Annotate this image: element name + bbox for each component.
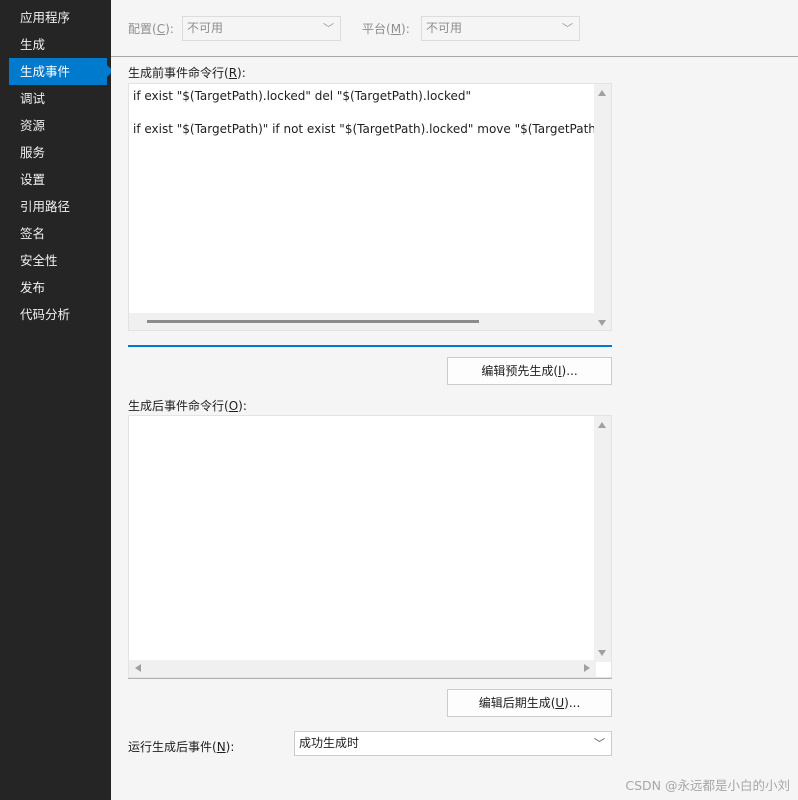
config-label: 配置(C): bbox=[128, 22, 174, 36]
platform-select-value: 不可用 bbox=[426, 21, 463, 35]
prebuild-command-editor[interactable]: if exist "$(TargetPath).locked" del "$(T… bbox=[128, 83, 612, 331]
scroll-right-icon[interactable] bbox=[584, 664, 590, 672]
scroll-thumb[interactable] bbox=[147, 320, 479, 323]
sidebar-item-resources[interactable]: 资源 bbox=[9, 112, 107, 139]
postbuild-vertical-scrollbar[interactable] bbox=[594, 416, 611, 662]
scroll-down-icon[interactable] bbox=[598, 320, 606, 326]
sidebar-item-debug[interactable]: 调试 bbox=[9, 85, 107, 112]
chevron-down-icon: ﹀ bbox=[594, 737, 605, 750]
scroll-down-icon[interactable] bbox=[598, 650, 606, 656]
prebuild-horizontal-scrollbar[interactable] bbox=[129, 313, 596, 330]
sidebar-item-security[interactable]: 安全性 bbox=[9, 247, 107, 274]
postbuild-command-editor[interactable] bbox=[128, 415, 612, 678]
main-panel: 配置(C): 不可用 ﹀ 平台(M): 不可用 ﹀ 生成前事件命令行(R): i… bbox=[111, 0, 798, 800]
sidebar: 应用程序 生成 生成事件 调试 资源 服务 设置 引用路径 签名 安全性 发布 … bbox=[0, 0, 113, 800]
sidebar-item-build[interactable]: 生成 bbox=[9, 31, 107, 58]
config-select-value: 不可用 bbox=[187, 21, 224, 35]
sidebar-item-code-analysis[interactable]: 代码分析 bbox=[9, 301, 107, 328]
edit-prebuild-button[interactable]: 编辑预先生成(I)... bbox=[447, 357, 612, 385]
run-postbuild-select[interactable]: 成功生成时 ﹀ bbox=[294, 731, 612, 756]
edit-postbuild-button[interactable]: 编辑后期生成(U)... bbox=[447, 689, 612, 717]
run-postbuild-select-value: 成功生成时 bbox=[299, 736, 360, 750]
watermark: CSDN @永远都是小白的小刘 bbox=[625, 778, 790, 793]
platform-select[interactable]: 不可用 ﹀ bbox=[421, 16, 580, 41]
sidebar-item-build-events[interactable]: 生成事件 bbox=[9, 58, 113, 85]
postbuild-horizontal-scrollbar[interactable] bbox=[129, 660, 596, 677]
sidebar-item-reference-paths[interactable]: 引用路径 bbox=[9, 193, 107, 220]
run-postbuild-label: 运行生成后事件(N): bbox=[128, 740, 235, 754]
prebuild-focus-underline bbox=[128, 345, 612, 347]
sidebar-item-settings[interactable]: 设置 bbox=[9, 166, 107, 193]
prebuild-vertical-scrollbar[interactable] bbox=[594, 84, 611, 330]
scroll-left-icon[interactable] bbox=[135, 664, 141, 672]
prebuild-label: 生成前事件命令行(R): bbox=[128, 66, 246, 80]
sidebar-item-services[interactable]: 服务 bbox=[9, 139, 107, 166]
postbuild-label: 生成后事件命令行(O): bbox=[128, 399, 247, 413]
divider bbox=[111, 56, 798, 57]
sidebar-item-publish[interactable]: 发布 bbox=[9, 274, 107, 301]
config-select[interactable]: 不可用 ﹀ bbox=[182, 16, 341, 41]
sidebar-item-application[interactable]: 应用程序 bbox=[9, 4, 107, 31]
scroll-up-icon[interactable] bbox=[598, 422, 606, 428]
postbuild-underline bbox=[128, 678, 612, 679]
prebuild-line-2: if exist "$(TargetPath)" if not exist "$… bbox=[133, 122, 607, 136]
chevron-down-icon: ﹀ bbox=[562, 22, 573, 35]
sidebar-item-signing[interactable]: 签名 bbox=[9, 220, 107, 247]
prebuild-line-1: if exist "$(TargetPath).locked" del "$(T… bbox=[133, 89, 471, 103]
chevron-down-icon: ﹀ bbox=[323, 22, 334, 35]
scroll-up-icon[interactable] bbox=[598, 90, 606, 96]
platform-label: 平台(M): bbox=[362, 22, 410, 36]
